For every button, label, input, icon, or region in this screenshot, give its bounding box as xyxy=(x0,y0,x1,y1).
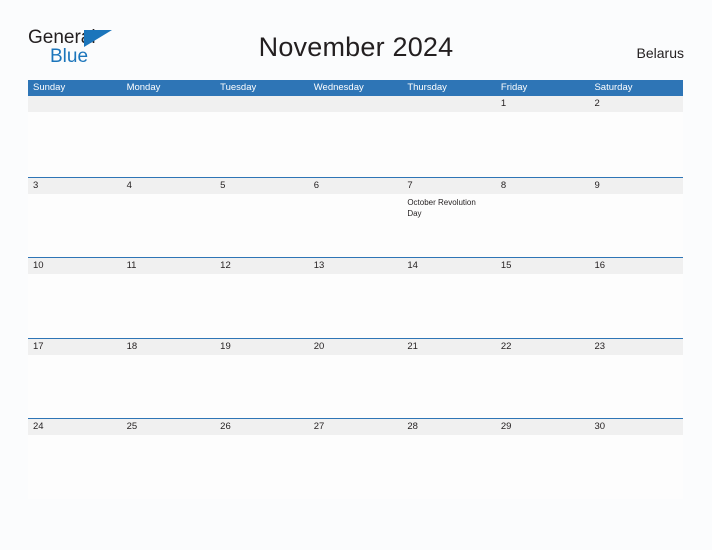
calendar-day-cell[interactable]: 10 xyxy=(28,258,122,338)
calendar-day-cell[interactable]: 29 xyxy=(495,419,590,499)
day-number: 7 xyxy=(402,177,496,194)
calendar-day-cell[interactable]: 4 xyxy=(121,177,216,257)
day-number: 4 xyxy=(121,177,216,194)
calendar-day-cell[interactable]: 14 xyxy=(402,258,496,338)
day-number: 11 xyxy=(121,258,216,274)
day-number: 2 xyxy=(589,96,684,112)
calendar-day-cell[interactable]: 28 xyxy=(402,419,496,499)
holiday-event: October Revolution Day xyxy=(407,197,476,218)
day-number xyxy=(121,96,216,112)
day-number: 16 xyxy=(589,258,684,274)
calendar-day-cell-empty xyxy=(308,96,403,177)
day-number xyxy=(215,96,309,112)
calendar-day-cell[interactable]: 25 xyxy=(121,419,216,499)
calendar-day-cell[interactable]: 26 xyxy=(215,419,309,499)
calendar-day-cell[interactable]: 30 xyxy=(589,419,684,499)
weekday-header-tuesday: Tuesday xyxy=(220,82,257,93)
calendar-day-cell[interactable]: 15 xyxy=(495,258,590,338)
day-number: 22 xyxy=(495,338,590,355)
day-number: 30 xyxy=(589,419,684,435)
calendar-grid: Sunday Monday Tuesday Wednesday Thursday Frid… xyxy=(28,80,684,499)
calendar-day-cell[interactable]: 1 xyxy=(495,96,590,177)
calendar-day-cell-empty xyxy=(402,96,496,177)
calendar-day-cell[interactable]: 17 xyxy=(28,338,122,418)
day-number: 15 xyxy=(495,258,590,274)
day-number: 29 xyxy=(495,419,590,435)
calendar-day-cell[interactable]: 16 xyxy=(589,258,684,338)
day-number: 6 xyxy=(308,177,403,194)
calendar-week-row: 10 11 12 13 14 15 16 xyxy=(28,257,684,338)
day-number: 19 xyxy=(215,338,309,355)
calendar-day-cell[interactable]: 12 xyxy=(215,258,309,338)
calendar-day-cell-empty xyxy=(215,96,309,177)
day-number: 17 xyxy=(28,338,122,355)
day-number: 25 xyxy=(121,419,216,435)
day-number: 1 xyxy=(495,96,590,112)
calendar-day-cell[interactable]: 21 xyxy=(402,338,496,418)
calendar-day-cell[interactable]: 3 xyxy=(28,177,122,257)
calendar-day-cell[interactable]: 22 xyxy=(495,338,590,418)
weekday-header-thursday: Thursday xyxy=(407,82,447,93)
calendar-week-row: 24 25 26 27 28 29 30 xyxy=(28,418,684,499)
calendar-day-cell[interactable]: 20 xyxy=(308,338,403,418)
calendar-day-cell[interactable]: 13 xyxy=(308,258,403,338)
page-header: General Blue November 2024 Belarus xyxy=(0,0,712,80)
day-number xyxy=(402,96,496,112)
calendar-weeks: 1 2 3 4 5 6 7 October Revolution Day 8 9 10 11 12 13 1… xyxy=(28,96,684,499)
day-number xyxy=(28,96,122,112)
calendar-week-row: 12 xyxy=(28,96,684,177)
day-number: 20 xyxy=(308,338,403,355)
day-number: 21 xyxy=(402,338,496,355)
day-number: 12 xyxy=(215,258,309,274)
day-number: 14 xyxy=(402,258,496,274)
day-number: 27 xyxy=(308,419,403,435)
day-number: 10 xyxy=(28,258,122,274)
calendar-day-cell[interactable]: 5 xyxy=(215,177,309,257)
weekday-header-friday: Friday xyxy=(500,82,528,93)
day-number: 26 xyxy=(215,419,309,435)
calendar-day-cell[interactable]: 7 October Revolution Day xyxy=(402,177,496,257)
calendar-week-row: 17 18 19 20 21 22 23 xyxy=(28,337,684,418)
country-label: Belarus xyxy=(636,45,684,61)
day-number: 9 xyxy=(589,177,684,194)
weekday-header-row: Sunday Monday Tuesday Wednesday Thursday Frid… xyxy=(28,80,683,96)
calendar-day-cell-empty xyxy=(28,96,122,177)
page-title: November 2024 xyxy=(258,32,454,62)
calendar-day-cell[interactable]: 24 xyxy=(28,419,122,499)
calendar-day-cell[interactable]: 23 xyxy=(589,338,684,418)
day-number: 24 xyxy=(28,419,122,435)
calendar-week-row: 3 4 5 6 7 October Revolution Day 8 9 xyxy=(28,176,684,257)
weekday-header-wednesday: Wednesday xyxy=(313,82,364,93)
calendar-day-cell[interactable]: 6 xyxy=(308,177,403,257)
calendar-day-cell[interactable]: 11 xyxy=(121,258,216,338)
day-number: 3 xyxy=(28,177,122,194)
day-number: 18 xyxy=(121,338,216,355)
day-number: 8 xyxy=(495,177,590,194)
day-events: October Revolution Day xyxy=(402,194,496,219)
calendar-day-cell-empty xyxy=(121,96,216,177)
calendar-day-cell[interactable]: 18 xyxy=(121,338,216,418)
day-number: 13 xyxy=(308,258,403,274)
calendar-day-cell[interactable]: 2 xyxy=(589,96,684,177)
day-number xyxy=(308,96,403,112)
calendar-day-cell[interactable]: 8 xyxy=(495,177,590,257)
calendar-day-cell[interactable]: 19 xyxy=(215,338,309,418)
calendar-day-cell[interactable]: 9 xyxy=(589,177,684,257)
weekday-header-monday: Monday xyxy=(126,82,161,93)
calendar-day-cell[interactable]: 27 xyxy=(308,419,403,499)
day-number: 23 xyxy=(589,338,684,355)
day-number: 28 xyxy=(402,419,496,435)
weekday-header-sunday: Sunday xyxy=(33,82,66,93)
weekday-header-saturday: Saturday xyxy=(594,82,633,93)
day-number: 5 xyxy=(215,177,309,194)
